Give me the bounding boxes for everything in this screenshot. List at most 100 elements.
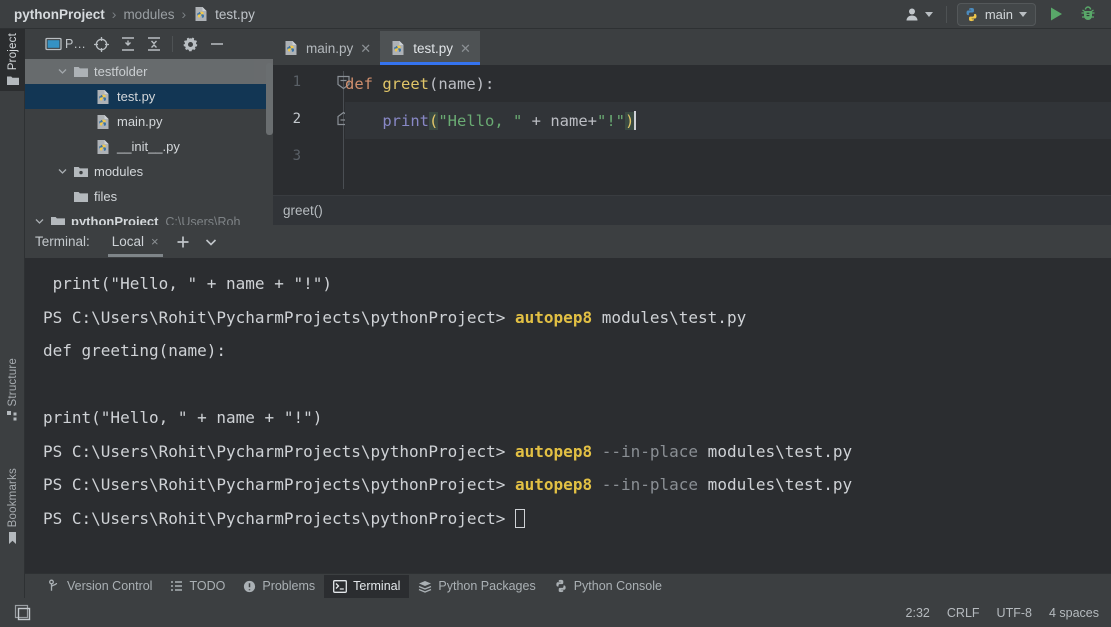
plus-icon[interactable] (171, 230, 195, 254)
terminal-session-tab-local[interactable]: Local × (104, 226, 167, 257)
python-console-icon (554, 579, 568, 593)
close-icon[interactable]: × (151, 234, 159, 249)
breadcrumb-file[interactable]: test.py (214, 7, 256, 22)
code-token: ) (625, 111, 635, 130)
debug-icon[interactable] (1077, 6, 1099, 22)
breadcrumb-separator: › (181, 6, 187, 22)
editor-tab-test[interactable]: test.py ✕ (380, 31, 480, 65)
project-toolbar: P… (25, 29, 273, 59)
tree-item-label: testfolder (94, 64, 148, 79)
terminal-text: modules\test.py (698, 475, 853, 494)
code-line[interactable] (345, 139, 1111, 176)
chevron-down-icon[interactable] (199, 230, 223, 254)
tool-button-python-packages-label: Python Packages (438, 579, 536, 593)
tree-item-init-py[interactable]: __init__.py (25, 134, 273, 159)
layout-icon[interactable] (14, 604, 33, 622)
target-icon (93, 36, 110, 53)
top-toolbar: pythonProject › modules › test.py main (0, 0, 1111, 29)
project-tree-scrollbar[interactable] (266, 63, 273, 135)
caret-position[interactable]: 2:32 (906, 606, 930, 620)
pycharm-window: pythonProject › modules › test.py main P… (0, 0, 1111, 627)
bookmark-icon (7, 531, 18, 549)
tool-button-structure-label: Structure (6, 358, 19, 407)
chevron-down-icon (1019, 11, 1027, 17)
user-account-icon[interactable] (902, 5, 936, 24)
breadcrumb-project[interactable]: pythonProject (13, 7, 106, 22)
file-encoding[interactable]: UTF-8 (997, 606, 1032, 620)
terminal-cursor (515, 508, 526, 528)
python-file-icon (95, 89, 112, 105)
tool-button-python-packages[interactable]: Python Packages (409, 575, 544, 598)
code-token: "Hello, " (438, 111, 523, 130)
code-token: def (345, 74, 373, 93)
tool-button-problems-label: Problems (262, 579, 316, 593)
breadcrumb-modules[interactable]: modules (122, 7, 175, 22)
line-separator[interactable]: CRLF (947, 606, 980, 620)
python-icon (964, 7, 979, 22)
editor-gutter[interactable]: 1 2 3 (273, 65, 350, 190)
indent-setting[interactable]: 4 spaces (1049, 606, 1099, 620)
tool-button-bookmarks[interactable]: Bookmarks (0, 464, 25, 549)
close-icon[interactable]: ✕ (460, 42, 471, 55)
divider (945, 5, 947, 23)
terminal-output[interactable]: print("Hello, " + name + "!") PS C:\Users… (25, 258, 1111, 573)
folder-icon (72, 65, 89, 78)
run-configuration-selector[interactable]: main (956, 2, 1036, 26)
tree-item-modules[interactable]: modules (25, 159, 273, 184)
tool-button-structure[interactable]: Structure (0, 354, 25, 426)
code-line[interactable]: print("Hello, " + name+ "!") (345, 102, 1111, 139)
code-line[interactable]: def greet (name): (345, 65, 1111, 102)
terminal-line: PS C:\Users\Rohit\PycharmProjects\python… (43, 301, 1111, 335)
tool-button-problems[interactable]: Problems (234, 575, 324, 598)
project-view-label: P… (65, 37, 86, 51)
line-number: 1 (292, 74, 301, 90)
folder-icon (72, 190, 89, 203)
editor-tab-test-label: test.py (413, 40, 453, 56)
divider (171, 36, 173, 52)
chevron-down-icon[interactable] (58, 68, 72, 75)
expand-all-button[interactable] (116, 32, 140, 56)
tool-button-terminal[interactable]: Terminal (324, 574, 410, 598)
run-icon[interactable] (1046, 6, 1067, 22)
code-token: "!" (597, 111, 625, 130)
editor-tab-bar: main.py ✕ test.py ✕ (273, 29, 1111, 65)
chevron-down-icon[interactable] (35, 218, 49, 225)
close-icon[interactable]: ✕ (360, 42, 371, 55)
tool-button-bookmarks-label: Bookmarks (6, 468, 19, 528)
package-folder-icon (72, 165, 89, 178)
code-editor[interactable]: 1 2 3 def greet (name): print("Hello, " + n… (273, 65, 1111, 190)
tool-button-project-label: Project (6, 33, 19, 71)
settings-button[interactable] (179, 32, 203, 56)
tree-item-files[interactable]: files (25, 184, 273, 209)
line-number: 2 (292, 111, 301, 127)
editor-tab-main[interactable]: main.py ✕ (273, 31, 380, 65)
editor-breadcrumb-greet[interactable]: greet() (283, 203, 323, 218)
project-view-selector[interactable]: P… (43, 32, 88, 56)
tool-button-project[interactable]: Project (0, 29, 25, 92)
terminal-header: Terminal: Local × (25, 225, 1111, 258)
gear-icon (182, 36, 199, 53)
hide-panel-button[interactable] (205, 32, 229, 56)
terminal-command: autopep8 (515, 475, 593, 494)
project-tool-window: P… testfolder test.py main.py __init__.p… (25, 29, 273, 229)
code-token: print (382, 111, 429, 130)
tool-button-python-console[interactable]: Python Console (545, 575, 671, 598)
python-file-icon (95, 114, 112, 130)
chevron-down-icon[interactable] (58, 168, 72, 175)
scroll-from-source-button[interactable] (90, 32, 114, 56)
tree-item-testfolder[interactable]: testfolder (25, 59, 273, 84)
terminal-text: PS C:\Users\Rohit\PycharmProjects\python… (43, 508, 516, 528)
tree-item-test-py[interactable]: test.py (25, 84, 273, 109)
code-text[interactable]: def greet (name): print("Hello, " + name+… (345, 65, 1111, 190)
folder-icon (6, 74, 20, 91)
terminal-line: def greeting(name): (43, 334, 1111, 368)
collapse-all-button[interactable] (142, 32, 166, 56)
tool-button-version-control[interactable]: Version Control (39, 575, 161, 598)
tool-button-todo[interactable]: TODO (161, 575, 234, 598)
tree-item-main-py[interactable]: main.py (25, 109, 273, 134)
terminal-text: PS C:\Users\Rohit\PycharmProjects\python… (43, 307, 516, 327)
run-configuration-label: main (984, 6, 1013, 22)
